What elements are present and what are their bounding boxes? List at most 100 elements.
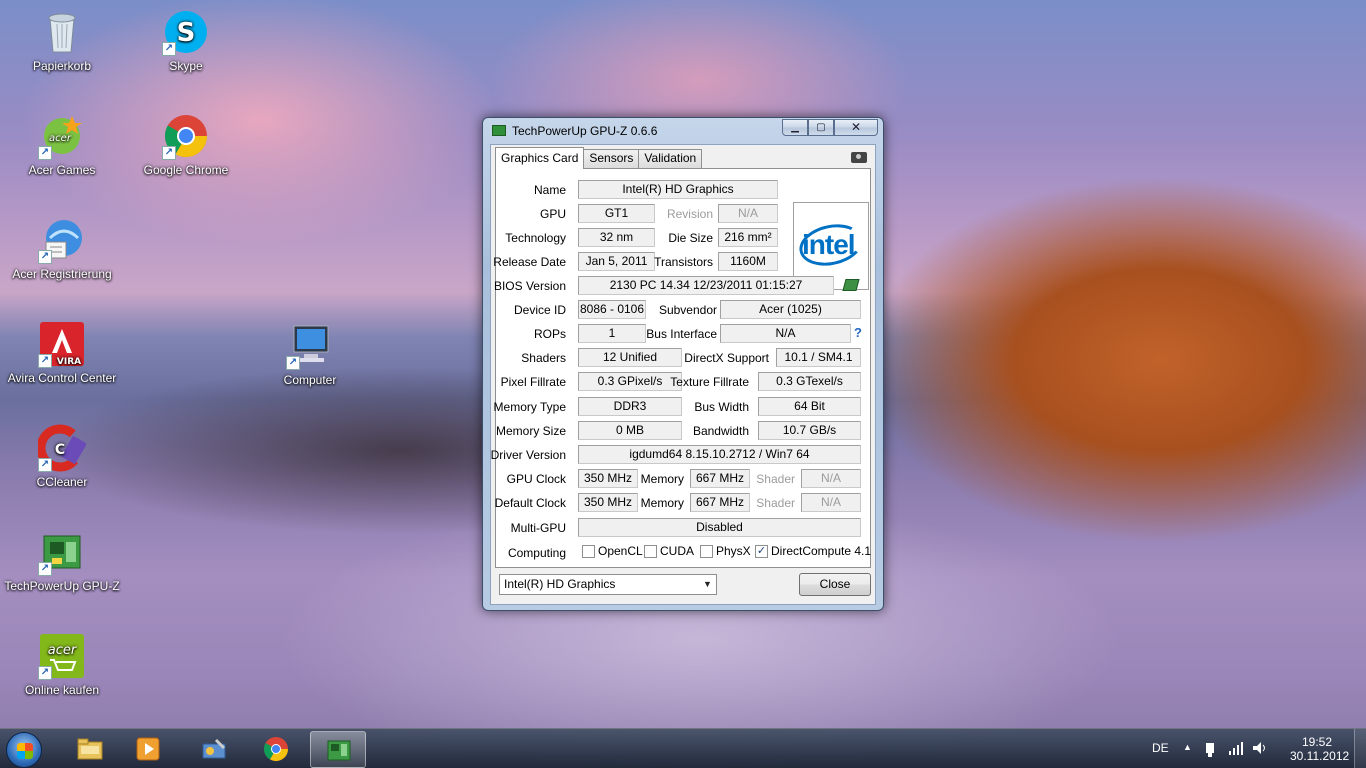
texture-fillrate-value: 0.3 GTexel/s [758, 372, 861, 391]
desktop-icon-gpuz[interactable]: ↗ TechPowerUp GPU-Z [2, 528, 122, 593]
taskbar-explorer[interactable] [62, 731, 118, 768]
gpu-select-dropdown[interactable]: Intel(R) HD Graphics ▼ [499, 574, 717, 595]
bus-interface-help-icon[interactable]: ? [854, 325, 862, 340]
bandwidth-value: 10.7 GB/s [758, 421, 861, 440]
tab-sensors[interactable]: Sensors [583, 149, 640, 168]
revision-label: Revision [666, 207, 713, 221]
tab-validation[interactable]: Validation [638, 149, 703, 168]
volume-icon[interactable] [1252, 741, 1268, 755]
language-indicator[interactable]: DE [1152, 741, 1169, 755]
acer-shop-icon: acer ↗ [38, 632, 86, 680]
taskbar-clock[interactable]: 19:52 30.11.2012 [1290, 735, 1349, 763]
clock-time: 19:52 [1301, 735, 1333, 749]
chevron-down-icon[interactable]: ▼ [699, 575, 716, 594]
chrome-icon [263, 737, 288, 762]
desktop-icon-online-kaufen[interactable]: acer ↗ Online kaufen [2, 632, 122, 697]
cuda-checkbox[interactable]: CUDA [644, 544, 694, 558]
revision-value: N/A [718, 204, 778, 223]
desktop-icon-acer-registration[interactable]: ↗ Acer Registrierung [2, 216, 122, 281]
desktop-icon-acer-games[interactable]: acer ↗ Acer Games [2, 112, 122, 177]
taskbar-chrome[interactable] [248, 731, 304, 768]
skype-letter: S [177, 18, 196, 48]
multi-gpu-label: Multi-GPU [510, 521, 566, 535]
selected-gpu: Intel(R) HD Graphics [504, 577, 616, 591]
checkbox-box[interactable] [644, 544, 657, 558]
minimize-button[interactable]: ▁ [782, 119, 808, 136]
taskbar-control-panel[interactable] [186, 731, 242, 768]
checkbox-box-checked[interactable]: ✓ [755, 544, 768, 558]
avira-icon: VIRA ↗ [38, 320, 86, 368]
close-window-button[interactable]: ✕ [834, 119, 878, 136]
default-shader-value: N/A [801, 493, 861, 512]
default-clock-label: Default Clock [494, 496, 566, 510]
start-button[interactable] [6, 732, 42, 768]
desktop-icon-ccleaner[interactable]: C ↗ CCleaner [2, 424, 122, 489]
desktop-icon-google-chrome[interactable]: ↗ Google Chrome [126, 112, 246, 177]
opencl-checkbox[interactable]: OpenCL [582, 544, 643, 558]
shortcut-arrow-icon: ↗ [38, 666, 52, 680]
gpu-clock-label: GPU Clock [506, 472, 566, 486]
checkbox-box[interactable] [700, 544, 713, 558]
tray-expand-icon[interactable]: ▲ [1183, 742, 1192, 752]
directx-label: DirectX Support [684, 351, 769, 365]
camera-icon[interactable] [851, 152, 867, 163]
die-size-value: 216 mm² [718, 228, 778, 247]
shortcut-arrow-icon: ↗ [162, 146, 176, 160]
acer-logo-text: acer [48, 643, 78, 658]
checkbox-label: DirectCompute 4.1 [771, 544, 872, 558]
window-titlebar[interactable]: TechPowerUp GPU-Z 0.6.6 ▁ ▢ ✕ [483, 118, 883, 144]
shader-clock-value: N/A [801, 469, 861, 488]
desktop-icon-label: Acer Games [28, 163, 96, 177]
show-desktop-button[interactable] [1354, 729, 1366, 768]
acer-registration-icon: ↗ [38, 216, 86, 264]
control-panel-icon [202, 738, 226, 759]
shortcut-arrow-icon: ↗ [38, 562, 52, 576]
memory-type-label: Memory Type [493, 400, 566, 414]
name-label: Name [533, 183, 566, 197]
gpuz-icon [327, 740, 351, 761]
default-shader-label: Shader [756, 496, 795, 510]
shortcut-arrow-icon: ↗ [38, 354, 52, 368]
shaders-label: Shaders [521, 351, 566, 365]
taskbar-gpuz[interactable] [310, 731, 366, 768]
subvendor-value: Acer (1025) [720, 300, 861, 319]
gpuz-icon: ↗ [38, 528, 86, 576]
power-plug-icon[interactable] [1203, 741, 1217, 757]
rops-value: 1 [578, 324, 646, 343]
desktop-icon-label: Online kaufen [24, 683, 100, 697]
close-button[interactable]: Close [799, 573, 871, 596]
tab-bar: Graphics Card Sensors Validation [495, 147, 703, 169]
subvendor-label: Subvendor [658, 303, 717, 317]
taskbar-media-player[interactable] [120, 731, 176, 768]
memory-size-label: Memory Size [495, 424, 566, 438]
acer-games-icon: acer ↗ [38, 112, 86, 160]
computing-label: Computing [507, 546, 566, 560]
ccleaner-letter: C [55, 442, 65, 458]
device-id-value: 8086 - 0106 [578, 300, 646, 319]
bus-interface-value: N/A [720, 324, 851, 343]
desktop-icon-avira[interactable]: VIRA ↗ Avira Control Center [2, 320, 122, 385]
directx-value: 10.1 / SM4.1 [776, 348, 861, 367]
desktop-icon-skype[interactable]: S ↗ Skype [126, 8, 246, 73]
directcompute-checkbox[interactable]: ✓ DirectCompute 4.1 [755, 544, 871, 558]
checkbox-box[interactable] [582, 544, 595, 558]
gpu-value: GT1 [578, 204, 655, 223]
desktop-icon-computer[interactable]: ↗ Computer [250, 322, 370, 387]
gpuz-window[interactable]: TechPowerUp GPU-Z 0.6.6 ▁ ▢ ✕ Graphics C… [482, 117, 884, 611]
desktop-icon-recycle-bin[interactable]: Papierkorb [2, 8, 122, 73]
window-title: TechPowerUp GPU-Z 0.6.6 [512, 124, 658, 138]
avira-logo-text: VIRA [57, 357, 81, 367]
memory-clock-value: 667 MHz [690, 469, 750, 488]
checkbox-label: OpenCL [598, 544, 643, 558]
skype-icon: S ↗ [162, 8, 210, 56]
release-date-value: Jan 5, 2011 [578, 252, 655, 271]
transistors-value: 1160M [718, 252, 778, 271]
maximize-button[interactable]: ▢ [808, 119, 834, 136]
desktop-icon-label: Acer Registrierung [12, 267, 112, 281]
computer-icon: ↗ [286, 322, 334, 370]
window-client: Graphics Card Sensors Validation Name In… [490, 144, 876, 605]
desktop-icon-label: Papierkorb [32, 59, 92, 73]
physx-checkbox[interactable]: PhysX [700, 544, 751, 558]
tab-graphics-card[interactable]: Graphics Card [495, 147, 585, 169]
network-signal-icon[interactable] [1228, 741, 1244, 755]
